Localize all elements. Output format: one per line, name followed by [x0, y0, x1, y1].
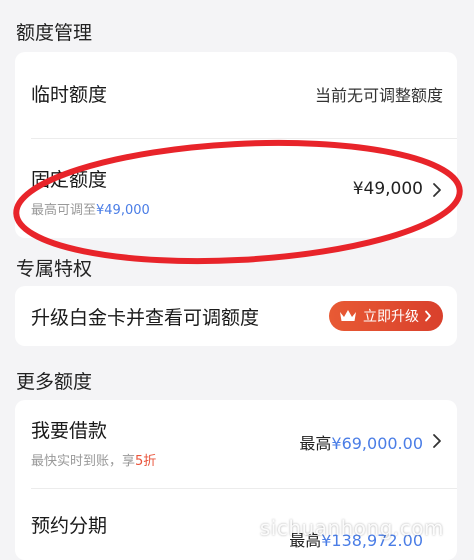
borrow-sub: 最快实时到账，享5折	[31, 450, 156, 469]
privilege-label: 升级白金卡并查看可调额度	[31, 307, 260, 329]
watermark-text: sichuanhong.com	[259, 516, 444, 540]
section-title-quota: 额度管理	[16, 22, 93, 44]
quota-card: 临时额度 当前无可调整额度 固定额度 最高可调至¥49,000 ¥49,000	[15, 52, 457, 238]
borrow-sub-highlight: 5折	[135, 454, 157, 469]
borrow-max-value: ¥69,000.00	[331, 434, 423, 453]
fixed-quota-label: 固定额度	[31, 169, 108, 191]
borrow-label: 我要借款	[31, 420, 108, 442]
fixed-quota-amount: ¥49,000	[352, 179, 423, 199]
chevron-right-icon	[431, 433, 443, 449]
fixed-quota-sub-prefix: 最高可调至	[31, 203, 97, 218]
temp-quota-label: 临时额度	[31, 84, 108, 106]
temp-quota-status: 当前无可调整额度	[314, 86, 443, 105]
upgrade-button-label: 立即升级	[363, 309, 419, 325]
chevron-right-icon	[425, 310, 431, 322]
fixed-quota-row[interactable]: 固定额度 最高可调至¥49,000 ¥49,000	[15, 139, 457, 238]
chevron-right-icon	[431, 182, 443, 198]
borrow-sub-prefix: 最快实时到账，享	[31, 454, 136, 469]
fixed-quota-sub: 最高可调至¥49,000	[31, 199, 150, 218]
section-title-privilege: 专属特权	[16, 258, 93, 280]
crown-icon	[340, 310, 356, 321]
borrow-max-label: 最高	[299, 434, 332, 453]
temp-quota-row[interactable]: 临时额度 当前无可调整额度	[15, 52, 457, 132]
borrow-row[interactable]: 我要借款 最快实时到账，享5折 最高¥69,000.00	[15, 400, 457, 488]
borrow-max-amount: 最高¥69,000.00	[299, 430, 423, 454]
fixed-quota-sub-value: ¥49,000	[96, 203, 150, 218]
privilege-card[interactable]: 升级白金卡并查看可调额度 立即升级	[15, 286, 457, 346]
section-title-more: 更多额度	[16, 371, 93, 393]
upgrade-button[interactable]: 立即升级	[329, 301, 443, 331]
installment-label: 预约分期	[31, 515, 108, 537]
